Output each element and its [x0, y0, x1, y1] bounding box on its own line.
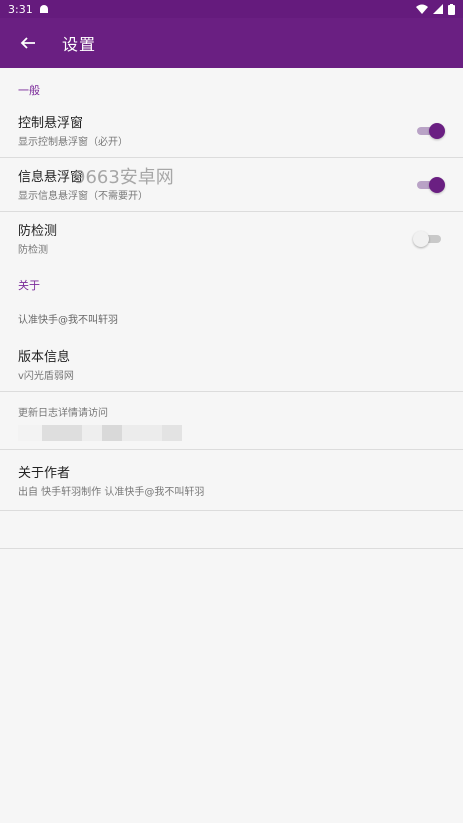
setting-title: 防检测	[18, 224, 58, 239]
status-time: 3:31	[8, 2, 33, 16]
list-footer	[0, 511, 463, 549]
version-subtitle: v闪光盾弱网	[18, 371, 74, 382]
page-title: 设置	[62, 35, 97, 54]
control-float-switch[interactable]	[417, 122, 445, 139]
signal-icon	[433, 4, 443, 14]
author-title: 关于作者	[18, 466, 71, 481]
setting-anti-detect[interactable]: 防检测 防检测	[0, 212, 463, 265]
setting-title: 控制悬浮窗	[18, 116, 84, 131]
changelog-title: 更新日志详情请访问	[18, 408, 108, 419]
setting-subtitle: 显示信息悬浮窗（不需要开）	[18, 191, 148, 202]
setting-info-float[interactable]: 信息悬浮窗 显示信息悬浮窗（不需要开）	[0, 158, 463, 212]
about-note: 认准快手@我不叫轩羽	[0, 299, 463, 338]
redacted-link	[18, 425, 445, 441]
setting-subtitle: 显示控制悬浮窗（必开）	[18, 137, 128, 148]
arrow-left-icon	[20, 37, 35, 49]
settings-list: 一般 控制悬浮窗 显示控制悬浮窗（必开） 信息悬浮窗 显示信息悬浮窗（不需要开）…	[0, 68, 463, 549]
status-bar: 3:31	[0, 0, 463, 18]
wifi-icon	[416, 4, 428, 14]
about-note-text: 认准快手@我不叫轩羽	[18, 315, 118, 326]
author-subtitle: 出自 快手轩羽制作 认准快手@我不叫轩羽	[18, 487, 205, 498]
about-author[interactable]: 关于作者 出自 快手轩羽制作 认准快手@我不叫轩羽	[0, 450, 463, 511]
back-button[interactable]	[14, 29, 42, 57]
about-version[interactable]: 版本信息 v闪光盾弱网	[0, 338, 463, 392]
setting-subtitle: 防检测	[18, 245, 48, 256]
watermark: 9663安卓网	[74, 167, 174, 188]
section-general-header: 一般	[18, 84, 40, 97]
battery-icon	[448, 3, 455, 15]
anti-detect-switch[interactable]	[413, 230, 441, 247]
info-float-switch[interactable]	[417, 176, 445, 193]
android-icon	[39, 4, 48, 13]
section-about-header: 关于	[18, 279, 40, 292]
about-changelog[interactable]: 更新日志详情请访问	[0, 392, 463, 450]
version-title: 版本信息	[18, 350, 71, 365]
setting-control-float[interactable]: 控制悬浮窗 显示控制悬浮窗（必开）	[0, 104, 463, 158]
app-bar: 设置	[0, 18, 463, 68]
